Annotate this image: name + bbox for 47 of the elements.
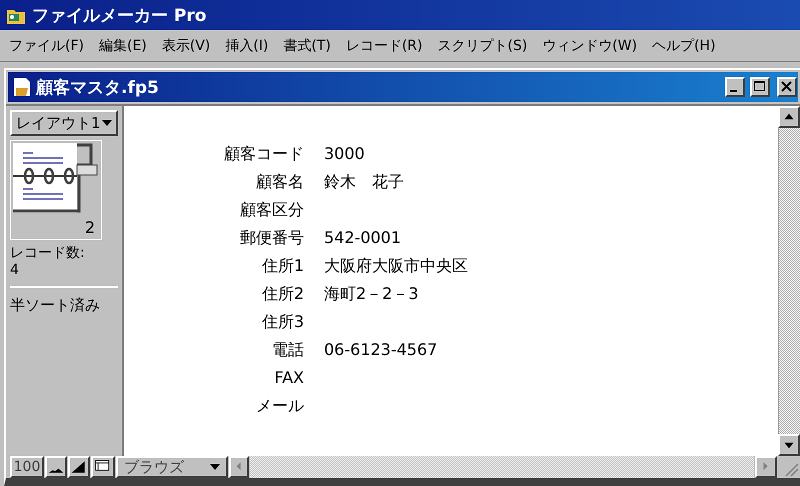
field-label: 顧客名	[255, 172, 305, 193]
field-label: 電話	[271, 340, 305, 361]
field-label: 顧客区分	[239, 200, 305, 221]
close-icon[interactable]	[777, 77, 797, 97]
field-value[interactable]: 大阪府大阪市中央区	[324, 256, 778, 284]
caret-icon	[102, 120, 112, 126]
field-value[interactable]: 3000	[324, 144, 778, 172]
mode-dropdown[interactable]: ブラウズ	[116, 456, 228, 478]
menu-item[interactable]: ヘルプ(H)	[647, 36, 726, 54]
sort-status: 半ソート済み	[10, 296, 101, 315]
menu-item[interactable]: レコード(R)	[340, 36, 432, 54]
menu-item[interactable]: 表示(V)	[156, 36, 220, 54]
field-value[interactable]: 542-0001	[324, 228, 778, 256]
scroll-left-icon[interactable]	[229, 456, 249, 478]
field-label: 顧客コード	[223, 144, 305, 165]
menu-item[interactable]: 編集(E)	[94, 36, 157, 54]
menu-item[interactable]: ウィンドウ(W)	[537, 36, 648, 54]
field-label: メール	[255, 396, 305, 417]
field-label: 住所3	[260, 312, 305, 333]
zoom-level[interactable]: 100	[10, 456, 44, 478]
record-count-label: レコード数:	[10, 244, 86, 262]
maximize-icon[interactable]	[750, 77, 770, 97]
menu-item[interactable]: スクリプト(S)	[432, 36, 538, 54]
document-icon	[12, 76, 32, 98]
zoom-in-icon[interactable]	[68, 456, 90, 478]
field-label: 住所2	[260, 284, 305, 305]
window-title: 顧客マスタ.fp5	[36, 76, 159, 98]
menu-item[interactable]: 書式(T)	[278, 36, 341, 54]
field-value[interactable]: 06-6123-4567	[324, 340, 778, 368]
zoom-out-icon[interactable]	[45, 456, 67, 478]
app-title: ファイルメーカー Pro	[32, 4, 206, 26]
field-label: FAX	[273, 368, 305, 389]
scroll-up-icon[interactable]	[778, 106, 800, 128]
scroll-down-icon[interactable]	[778, 434, 800, 456]
record-count: 4	[10, 262, 20, 278]
scroll-right-icon[interactable]	[755, 456, 777, 478]
status-area-icon[interactable]	[91, 456, 115, 478]
layout-dropdown[interactable]: レイアウト1	[10, 110, 118, 136]
field-value[interactable]: 海町2－2－3	[324, 284, 778, 312]
field-label: 郵便番号	[239, 228, 305, 249]
field-label: 住所1	[260, 256, 305, 277]
caret-icon	[210, 464, 220, 470]
field-value[interactable]: 鈴木 花子	[324, 172, 778, 200]
menu-item[interactable]: ファイル(F)	[4, 36, 94, 54]
menu-item[interactable]: 挿入(I)	[220, 36, 278, 54]
record-number: 2	[84, 218, 95, 237]
minimize-icon[interactable]	[725, 77, 745, 97]
